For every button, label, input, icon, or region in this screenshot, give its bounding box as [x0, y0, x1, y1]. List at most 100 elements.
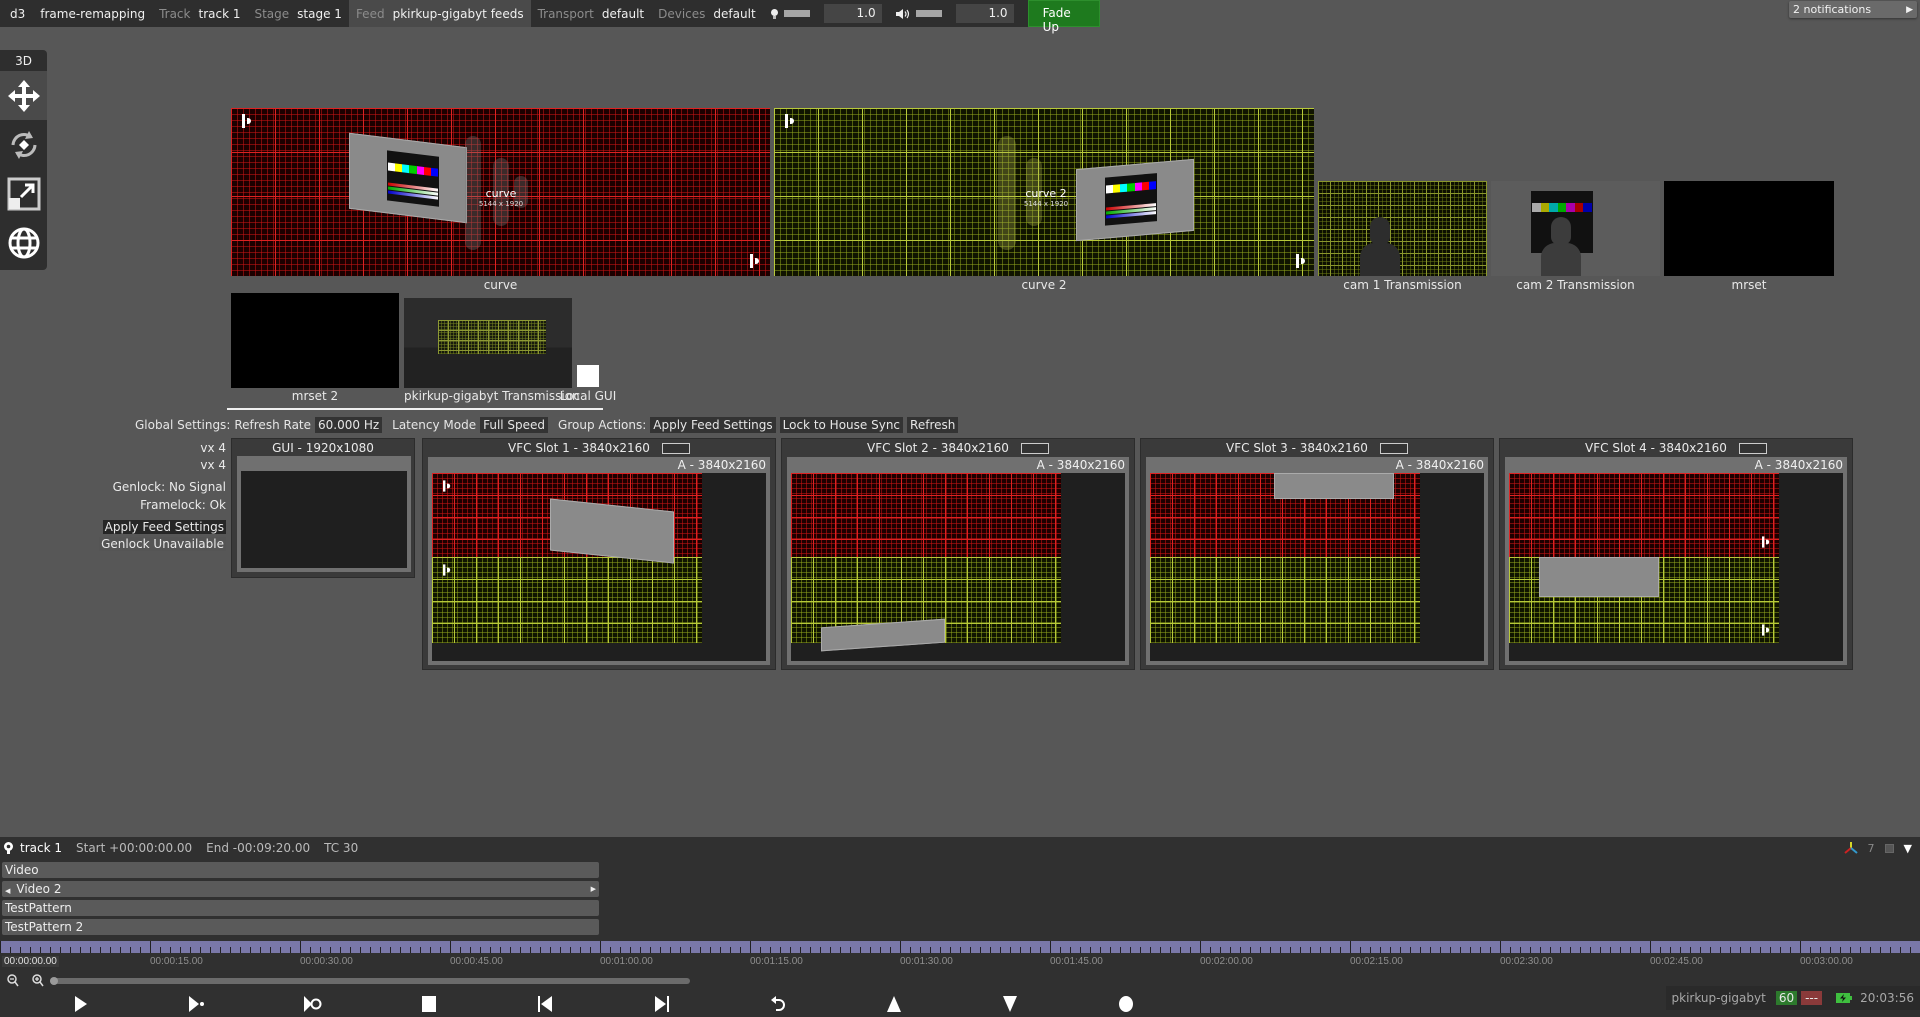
play-to-end-icon: [189, 996, 204, 1012]
timeline-tick-label: 00:00:15.00: [150, 956, 203, 967]
chevron-left-icon[interactable]: ◀: [5, 887, 10, 895]
brightness-value[interactable]: 1.0: [823, 4, 882, 23]
feed-mrset-preview[interactable]: [1664, 181, 1834, 276]
output-title: VFC Slot 3 - 3840x2160: [1226, 441, 1368, 455]
curve2-mapping: [1150, 557, 1420, 643]
timeline-tick-label: 00:00:30.00: [300, 956, 353, 967]
output-title: VFC Slot 1 - 3840x2160: [508, 441, 650, 455]
timeline-ruler[interactable]: [0, 941, 1920, 953]
output-vfc-slot-1[interactable]: VFC Slot 1 - 3840x2160 A - 3840x2160: [422, 438, 776, 670]
feed-curve2-preview[interactable]: curve 2 5144 x 1920: [774, 108, 1314, 276]
timeline-start: Start +00:00:00.00: [76, 841, 193, 855]
down-button[interactable]: [999, 995, 1021, 1013]
rotate-tool[interactable]: [0, 120, 47, 169]
triangle-up-icon: [887, 996, 901, 1012]
marker-icon: [1762, 624, 1770, 636]
timeline-tools: 7 ▼: [1843, 841, 1912, 855]
window-icon[interactable]: [1884, 843, 1894, 853]
record-button[interactable]: [1115, 995, 1137, 1013]
scrollbar-thumb[interactable]: [50, 977, 58, 985]
curve-mapping: [1509, 473, 1779, 557]
feed-pkirkup-preview[interactable]: [404, 298, 572, 388]
latency-mode-field[interactable]: Full Speed: [480, 417, 549, 433]
vx-label-2: vx 4: [200, 458, 226, 472]
previous-section-button[interactable]: [534, 995, 556, 1013]
feed-curve-preview[interactable]: curve 5144 x 1920: [231, 108, 770, 276]
selection-underline: [227, 408, 603, 410]
globe-icon: [8, 227, 39, 258]
output-resolution: A - 3840x2160: [677, 458, 766, 472]
lock-house-sync-button[interactable]: Lock to House Sync: [779, 417, 904, 433]
output-vfc-slot-2[interactable]: VFC Slot 2 - 3840x2160 A - 3840x2160: [781, 438, 1135, 670]
brightness-slider[interactable]: [783, 10, 810, 17]
dropdown-triangle-icon[interactable]: ▼: [1904, 842, 1912, 855]
return-button[interactable]: [767, 995, 789, 1013]
sync-badge: ---: [1801, 991, 1823, 1005]
play-to-end-button[interactable]: [186, 995, 208, 1013]
loop-button[interactable]: [302, 995, 324, 1013]
axis-gizmo-icon[interactable]: [1843, 841, 1858, 855]
globe-tool[interactable]: [0, 218, 47, 267]
zoom-in-icon[interactable]: [32, 974, 44, 987]
loop-icon: [304, 996, 322, 1012]
notifications-button[interactable]: 2 notifications ▶: [1789, 1, 1917, 18]
top-bar: d3 frame-remapping Track track 1 Stage sta…: [0, 0, 1101, 34]
feed-label-cam1: cam 1 Transmission: [1343, 278, 1462, 292]
apply-feed-settings-button[interactable]: Apply Feed Settings: [650, 417, 776, 433]
feed-cam1-preview[interactable]: [1318, 181, 1487, 276]
feed-localgui-preview[interactable]: [577, 365, 599, 387]
slot-checkbox[interactable]: [1379, 443, 1408, 454]
framelock-status: Framelock: Ok: [140, 498, 226, 512]
refresh-button[interactable]: Refresh: [907, 417, 959, 433]
marker-icon: [750, 254, 760, 268]
output-vfc-slot-3[interactable]: VFC Slot 3 - 3840x2160 A - 3840x2160: [1140, 438, 1494, 670]
timeline-tick-label: 00:01:15.00: [750, 956, 803, 967]
play-button[interactable]: [70, 995, 92, 1013]
feed-mrset2-preview[interactable]: [231, 293, 399, 388]
feed-selector[interactable]: Feed pkirkup-gigabyt feeds: [348, 0, 531, 27]
layer-testpattern-2[interactable]: TestPattern 2: [2, 919, 599, 935]
output-gui[interactable]: GUI - 1920x1080: [231, 438, 415, 578]
timeline-track-name[interactable]: track 1: [20, 841, 62, 855]
fade-up-button[interactable]: Fade Up: [1027, 0, 1101, 34]
stop-icon: [422, 996, 436, 1012]
layer-video[interactable]: Video: [2, 862, 599, 878]
feed-label-mrset2: mrset 2: [291, 389, 339, 403]
volume-slider[interactable]: [915, 10, 942, 17]
refresh-rate-field[interactable]: 60.000 Hz: [315, 417, 383, 433]
timeline-scrollbar[interactable]: [50, 977, 690, 985]
track-selector[interactable]: Track track 1: [152, 0, 247, 27]
timeline-tick-label: 00:00:45.00: [450, 956, 503, 967]
stop-button[interactable]: [418, 995, 440, 1013]
slot-checkbox[interactable]: [661, 443, 690, 454]
move-tool[interactable]: [0, 71, 47, 120]
layer-video-2[interactable]: ◀ Video 2 ▶: [2, 881, 599, 897]
transport-selector[interactable]: Transport default: [531, 0, 652, 27]
output-title: VFC Slot 4 - 3840x2160: [1585, 441, 1727, 455]
track-icon[interactable]: [3, 842, 14, 854]
next-section-button[interactable]: [651, 995, 673, 1013]
scale-tool[interactable]: [0, 169, 47, 218]
volume-value[interactable]: 1.0: [955, 4, 1014, 23]
apply-feed-settings-machine-button[interactable]: Apply Feed Settings: [102, 520, 226, 534]
chevron-right-icon[interactable]: ▶: [591, 881, 596, 897]
tool-palette: 3D: [0, 50, 47, 270]
stage-screen: [438, 320, 546, 354]
zoom-out-icon[interactable]: [7, 974, 19, 987]
genlock-unavailable-button[interactable]: Genlock Unavailable: [99, 537, 226, 551]
devices-selector[interactable]: Devices default: [651, 0, 763, 27]
output-vfc-slot-4[interactable]: VFC Slot 4 - 3840x2160 A - 3840x2160: [1499, 438, 1853, 670]
up-button[interactable]: [883, 995, 905, 1013]
project-name[interactable]: frame-remapping: [33, 0, 152, 27]
play-icon: [75, 996, 87, 1012]
mode-3d-label[interactable]: 3D: [0, 50, 47, 71]
feed-cam2-preview[interactable]: [1491, 181, 1660, 276]
layer-testpattern[interactable]: TestPattern: [2, 900, 599, 916]
skip-back-icon: [538, 996, 552, 1012]
stage-selector[interactable]: Stage stage 1: [247, 0, 348, 27]
feed-caption: curve 2 5144 x 1920: [1023, 187, 1069, 208]
timeline-tick-label: 00:02:15.00: [1350, 956, 1403, 967]
output-resolution: A - 3840x2160: [1754, 458, 1843, 472]
slot-checkbox[interactable]: [1020, 443, 1049, 454]
slot-checkbox[interactable]: [1738, 443, 1767, 454]
